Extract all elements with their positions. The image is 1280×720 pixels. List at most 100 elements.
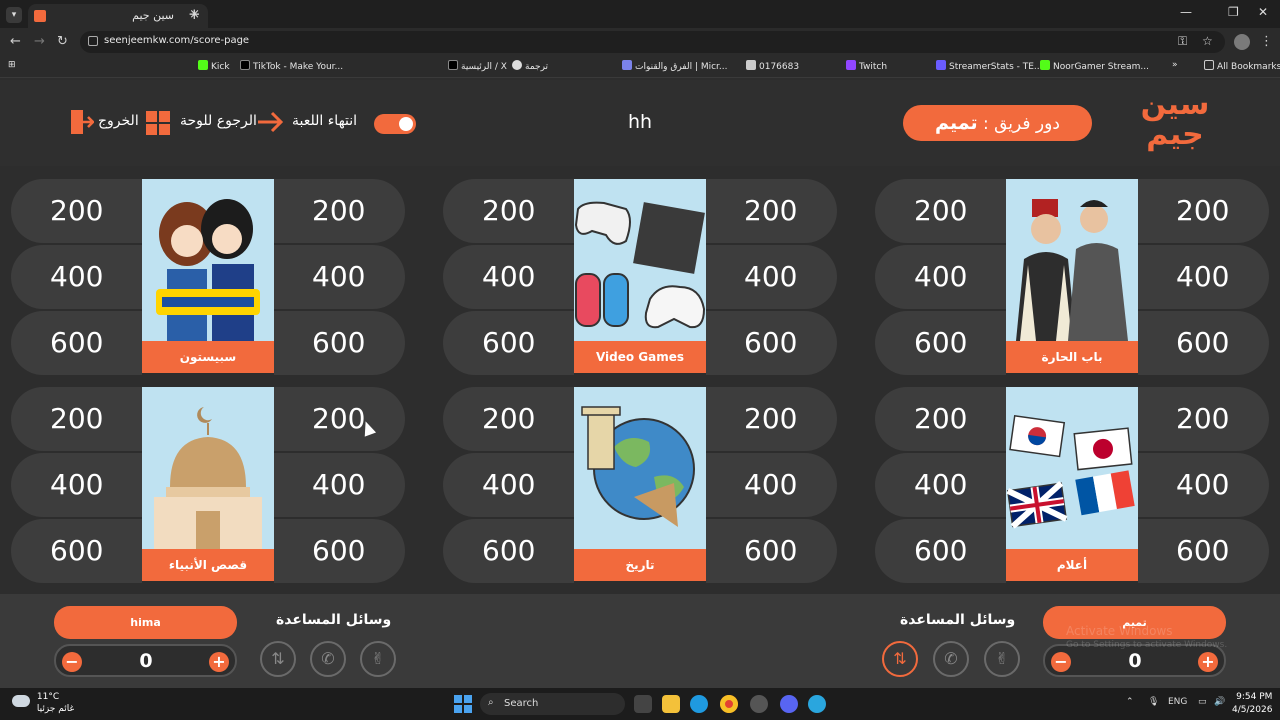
language-indicator[interactable]: ENG — [1168, 697, 1187, 707]
more-bookmarks-icon[interactable]: » — [1172, 60, 1178, 70]
exit-door-icon[interactable] — [70, 109, 94, 135]
bookmark-kick[interactable]: Kick — [198, 60, 230, 72]
question-200-right[interactable]: 200 — [274, 387, 405, 451]
apps-grid-icon[interactable]: ⊞ — [8, 60, 16, 70]
bookmark-twitch[interactable]: Twitch — [846, 60, 887, 72]
question-600-right[interactable]: 600 — [706, 519, 837, 583]
windows-start-icon[interactable] — [454, 695, 472, 713]
question-200-left[interactable]: 200 — [443, 387, 574, 451]
all-bookmarks[interactable]: All Bookmarks — [1204, 60, 1280, 72]
question-200-left[interactable]: 200 — [875, 387, 1006, 451]
question-400-left[interactable]: 400 — [443, 453, 574, 517]
tab-search-button[interactable]: ▾ — [6, 7, 22, 23]
bookmark-star-icon[interactable]: ☆ — [1202, 34, 1213, 48]
question-400-right[interactable]: 400 — [1138, 245, 1269, 309]
back-to-board-label[interactable]: الرجوع للوحة — [180, 113, 257, 129]
discord-icon[interactable] — [780, 695, 798, 713]
phone-call-help-icon[interactable]: ✆ — [933, 641, 969, 677]
category-card-history[interactable]: تاريخ — [574, 387, 706, 581]
score-increment-button[interactable]: + — [209, 652, 229, 672]
bookmark-streamerstats[interactable]: StreamerStats - TE... — [936, 60, 1043, 72]
question-200-right[interactable]: 200 — [706, 387, 837, 451]
question-400-left[interactable]: 400 — [11, 453, 142, 517]
question-600-left[interactable]: 600 — [443, 311, 574, 375]
bookmark-microsoft[interactable]: الفرق والقنوات | Micr... — [622, 60, 728, 72]
question-200-right[interactable]: 200 — [1138, 179, 1269, 243]
back-arrow-icon[interactable] — [258, 110, 286, 134]
question-400-left[interactable]: 400 — [875, 245, 1006, 309]
question-200-left[interactable]: 200 — [11, 387, 142, 451]
category-card-spacetoon[interactable]: سبيستون — [142, 179, 274, 373]
display-icon[interactable]: ▭ — [1198, 697, 1207, 707]
question-600-left[interactable]: 600 — [443, 519, 574, 583]
category-card-prophets[interactable]: قصص الأنبياء — [142, 387, 274, 581]
two-answers-help-icon[interactable]: ✌ — [984, 641, 1020, 677]
end-game-toggle[interactable] — [374, 114, 416, 134]
maximize-icon[interactable]: ❐ — [1228, 5, 1239, 19]
question-400-left[interactable]: 400 — [443, 245, 574, 309]
swap-help-icon[interactable]: ⇅ — [260, 641, 296, 677]
category-card-flags[interactable]: أعلام — [1006, 387, 1138, 581]
profile-avatar[interactable] — [1234, 34, 1250, 50]
edge-icon[interactable] — [690, 695, 708, 713]
browser-tab[interactable]: سين جيم × — [28, 4, 208, 28]
address-bar[interactable]: seenjeemkw.com/score-page ⚿ ☆ — [80, 31, 1225, 53]
question-200-right[interactable]: 200 — [274, 179, 405, 243]
weather-widget[interactable]: 11°C غائم جزئيا — [12, 691, 74, 715]
minimize-icon[interactable]: — — [1180, 5, 1192, 19]
microphone-icon[interactable]: 🎙 — [1148, 697, 1159, 707]
question-200-right[interactable]: 200 — [1138, 387, 1269, 451]
window-close-icon[interactable]: ✕ — [1258, 5, 1268, 19]
score-decrement-button[interactable]: − — [62, 652, 82, 672]
swap-help-icon[interactable]: ⇅ — [882, 641, 918, 677]
site-info-icon[interactable] — [88, 36, 98, 46]
end-game-label[interactable]: انتهاء اللعبة — [292, 113, 357, 129]
bookmark-tiktok[interactable]: TikTok - Make Your... — [240, 60, 343, 72]
tray-chevron-icon[interactable]: ⌃ — [1126, 697, 1134, 707]
new-tab-button[interactable]: + — [188, 5, 201, 23]
password-key-icon[interactable]: ⚿ — [1178, 34, 1187, 49]
category-card-bab-al-hara[interactable]: باب الحارة — [1006, 179, 1138, 373]
back-icon[interactable]: ← — [10, 34, 21, 49]
bookmark-0176683[interactable]: 0176683 — [746, 60, 799, 72]
menu-kebab-icon[interactable]: ⋮ — [1260, 34, 1273, 49]
forward-icon[interactable]: → — [34, 34, 45, 49]
question-200-right[interactable]: 200 — [706, 179, 837, 243]
question-200-left[interactable]: 200 — [875, 179, 1006, 243]
question-600-right[interactable]: 600 — [1138, 311, 1269, 375]
score-increment-button[interactable]: + — [1198, 652, 1218, 672]
question-600-left[interactable]: 600 — [875, 519, 1006, 583]
question-200-left[interactable]: 200 — [443, 179, 574, 243]
question-600-left[interactable]: 600 — [875, 311, 1006, 375]
volume-icon[interactable]: 🔊 — [1214, 697, 1225, 707]
question-400-right[interactable]: 400 — [706, 453, 837, 517]
app-icon[interactable] — [808, 695, 826, 713]
bookmark-noorgamer[interactable]: NoorGamer Stream... — [1040, 60, 1149, 72]
phone-call-help-icon[interactable]: ✆ — [310, 641, 346, 677]
question-600-right[interactable]: 600 — [274, 311, 405, 375]
question-400-right[interactable]: 400 — [1138, 453, 1269, 517]
category-card-video-games[interactable]: Video Games — [574, 179, 706, 373]
question-400-right[interactable]: 400 — [274, 245, 405, 309]
question-600-right[interactable]: 600 — [274, 519, 405, 583]
taskbar-search[interactable]: ⌕ Search — [480, 693, 625, 715]
file-explorer-icon[interactable] — [662, 695, 680, 713]
question-600-left[interactable]: 600 — [11, 311, 142, 375]
bookmark-translate[interactable]: ترجمة — [512, 60, 548, 72]
score-decrement-button[interactable]: − — [1051, 652, 1071, 672]
clock[interactable]: 9:54 PM 4/5/2026 — [1232, 691, 1272, 717]
two-answers-help-icon[interactable]: ✌ — [360, 641, 396, 677]
reload-icon[interactable]: ↻ — [57, 34, 68, 49]
bookmark-x[interactable]: الرئيسية / X — [448, 60, 507, 72]
question-600-left[interactable]: 600 — [11, 519, 142, 583]
question-400-right[interactable]: 400 — [274, 453, 405, 517]
obs-icon[interactable] — [750, 695, 768, 713]
question-200-left[interactable]: 200 — [11, 179, 142, 243]
task-view-icon[interactable] — [634, 695, 652, 713]
question-600-right[interactable]: 600 — [706, 311, 837, 375]
exit-label[interactable]: الخروج — [98, 113, 139, 129]
question-400-right[interactable]: 400 — [706, 245, 837, 309]
question-400-left[interactable]: 400 — [11, 245, 142, 309]
question-600-right[interactable]: 600 — [1138, 519, 1269, 583]
chrome-icon[interactable] — [720, 695, 738, 713]
